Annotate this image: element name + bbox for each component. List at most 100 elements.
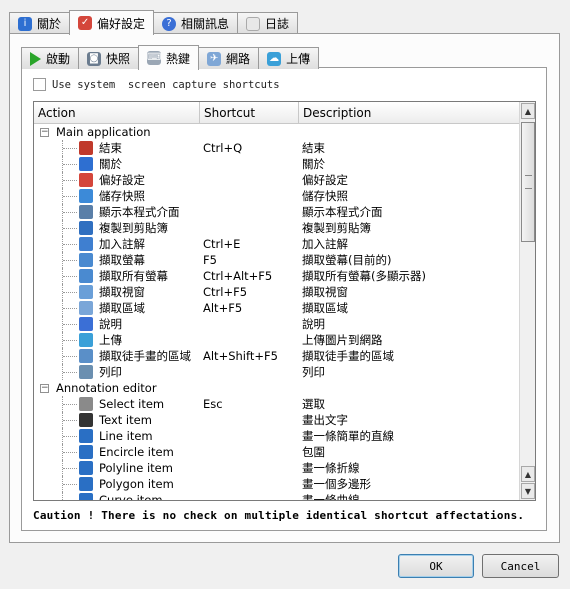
- scroll-down-arrow-icon[interactable]: ▼: [521, 483, 535, 499]
- tree-connector: [62, 492, 63, 500]
- tree-row[interactable]: Polygon item 畫一個多邊形: [34, 476, 520, 492]
- tree-row[interactable]: 擷取螢幕 F5 擷取螢幕(目前的): [34, 252, 520, 268]
- tree-row[interactable]: Polyline item 畫一條折線: [34, 460, 520, 476]
- cancel-button[interactable]: Cancel: [482, 554, 559, 578]
- action-description: 擷取視窗: [302, 285, 348, 299]
- use-system-shortcuts-checkbox[interactable]: [33, 78, 46, 91]
- column-header-shortcut[interactable]: Shortcut: [200, 102, 299, 124]
- tree-connector: [63, 436, 77, 437]
- tree-row[interactable]: 複製到剪貼簿 複製到剪貼簿: [34, 220, 520, 236]
- tree-row[interactable]: 擷取區域 Alt+F5 擷取區域: [34, 300, 520, 316]
- tree-row[interactable]: 偏好設定 偏好設定: [34, 172, 520, 188]
- shortcut-tree[interactable]: Action Shortcut Description − Main applic…: [33, 101, 536, 501]
- action-name: 上傳: [99, 333, 122, 347]
- tree-row[interactable]: 擷取徒手畫的區域 Alt+Shift+F5 擷取徒手畫的區域: [34, 348, 520, 364]
- tree-group[interactable]: − Annotation editor: [34, 380, 520, 396]
- subtab-hotkeys[interactable]: ⌨ 熱鍵: [138, 45, 200, 70]
- info-icon: [79, 157, 93, 171]
- scroll-thumb[interactable]: [521, 122, 535, 242]
- subtab-upload[interactable]: ☁ 上傳: [258, 47, 320, 69]
- ok-button[interactable]: OK: [398, 554, 474, 578]
- tree-row[interactable]: 加入註解 Ctrl+E 加入註解: [34, 236, 520, 252]
- tree-row[interactable]: 說明 說明: [34, 316, 520, 332]
- help-icon: [79, 317, 93, 331]
- action-name: Polyline item: [99, 461, 173, 475]
- tree-row[interactable]: 顯示本程式介面 顯示本程式介面: [34, 204, 520, 220]
- action-description: 顯示本程式介面: [302, 205, 383, 219]
- show-window-icon: [79, 205, 93, 219]
- shortcut-key: Ctrl+E: [203, 237, 241, 251]
- action-name: 加入註解: [99, 237, 145, 251]
- caution-message: Caution ! There is no check on multiple …: [33, 509, 525, 522]
- column-header-action[interactable]: Action: [34, 102, 200, 124]
- tab-label: 相關訊息: [181, 17, 230, 31]
- subtab-label: 網路: [226, 52, 251, 66]
- shortcut-key: Ctrl+F5: [203, 285, 248, 299]
- tab-preferences[interactable]: ✓ 偏好設定: [69, 10, 155, 35]
- tree-connector: [63, 484, 77, 485]
- action-name: 結束: [99, 141, 122, 155]
- save-icon: [79, 189, 93, 203]
- preferences-subtabbar: 啟動 ◙ 快照 ⌨ 熱鍵 ✈ 網路 ☁ 上傳: [21, 45, 320, 70]
- polygon-icon: [79, 477, 93, 491]
- polyline-icon: [79, 461, 93, 475]
- action-description: 複製到剪貼簿: [302, 221, 371, 235]
- camera-icon: ◙: [87, 51, 102, 66]
- tree-row[interactable]: 上傳 上傳圖片到網路: [34, 332, 520, 348]
- action-description: 說明: [302, 317, 325, 331]
- tree-row[interactable]: 擷取視窗 Ctrl+F5 擷取視窗: [34, 284, 520, 300]
- action-description: 結束: [302, 141, 325, 155]
- region-icon: [79, 301, 93, 315]
- tree-row[interactable]: Line item 畫一條簡單的直線: [34, 428, 520, 444]
- action-name: Text item: [99, 413, 152, 427]
- tree-scrollbar[interactable]: ▲ ▲ ▼: [519, 102, 535, 500]
- collapse-icon[interactable]: −: [40, 384, 49, 393]
- use-system-shortcuts-option[interactable]: Use system screen capture shortcuts: [33, 78, 280, 91]
- clipboard-icon: [79, 221, 93, 235]
- collapse-icon[interactable]: −: [40, 128, 49, 137]
- ellipse-icon: [79, 445, 93, 459]
- subtab-snapshot[interactable]: ◙ 快照: [78, 47, 140, 69]
- action-description: 偏好設定: [302, 173, 348, 187]
- line-icon: [79, 429, 93, 443]
- action-description: 儲存快照: [302, 189, 348, 203]
- subtab-startup[interactable]: 啟動: [21, 47, 80, 69]
- tree-row[interactable]: 關於 關於: [34, 156, 520, 172]
- tree-connector: [63, 468, 77, 469]
- action-description: 列印: [302, 365, 325, 379]
- tree-connector: [63, 148, 77, 149]
- subtab-label: 上傳: [286, 52, 311, 66]
- action-description: 擷取區域: [302, 301, 348, 315]
- action-description: 畫一條曲線: [302, 493, 360, 500]
- tree-row[interactable]: 擷取所有螢幕 Ctrl+Alt+F5 擷取所有螢幕(多顯示器): [34, 268, 520, 284]
- tab-related-info[interactable]: ? 相關訊息: [153, 12, 239, 34]
- group-name: Annotation editor: [56, 381, 157, 395]
- tree-connector: [63, 180, 77, 181]
- action-name: Curve item: [99, 493, 163, 500]
- monitors-icon: [79, 269, 93, 283]
- subtab-label: 熱鍵: [166, 51, 191, 66]
- tab-log[interactable]: 日誌: [237, 12, 299, 34]
- tab-about[interactable]: i 關於: [9, 12, 71, 34]
- action-description: 擷取所有螢幕(多顯示器): [302, 269, 426, 283]
- subtab-label: 快照: [106, 52, 131, 66]
- tree-row[interactable]: Encircle item 包圍: [34, 444, 520, 460]
- tree-row[interactable]: Text item 畫出文字: [34, 412, 520, 428]
- monitor-icon: [79, 253, 93, 267]
- tree-row[interactable]: Select item Esc 選取: [34, 396, 520, 412]
- action-name: 說明: [99, 317, 122, 331]
- scroll-up-arrow-icon[interactable]: ▲: [521, 466, 535, 482]
- tree-row[interactable]: 儲存快照 儲存快照: [34, 188, 520, 204]
- column-header-description[interactable]: Description: [299, 102, 520, 124]
- action-name: Encircle item: [99, 445, 174, 459]
- main-tabbar: i 關於 ✓ 偏好設定 ? 相關訊息 日誌: [9, 10, 299, 35]
- tree-connector: [63, 372, 77, 373]
- subtab-network[interactable]: ✈ 網路: [198, 47, 260, 69]
- scroll-up-arrow-icon[interactable]: ▲: [521, 103, 535, 119]
- tree-row[interactable]: 結束 Ctrl+Q 結束: [34, 140, 520, 156]
- tree-row[interactable]: 列印 列印: [34, 364, 520, 380]
- action-name: 擷取區域: [99, 301, 145, 315]
- tree-group[interactable]: − Main application: [34, 124, 520, 140]
- upload-icon: [79, 333, 93, 347]
- tree-row[interactable]: Curve item 畫一條曲線: [34, 492, 520, 500]
